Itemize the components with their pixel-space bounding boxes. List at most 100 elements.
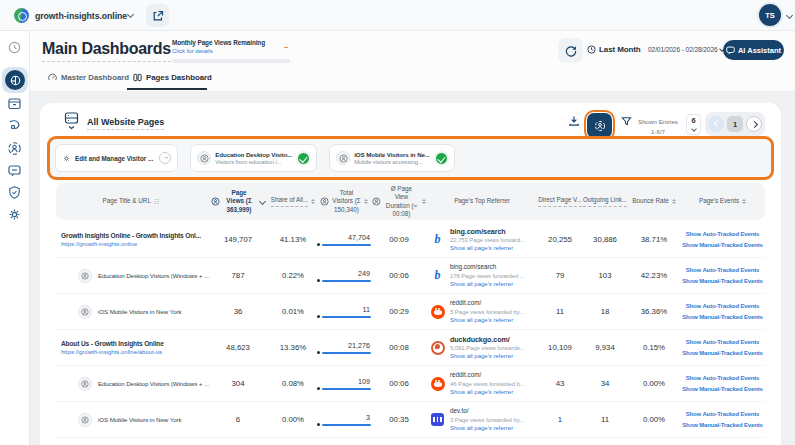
col-referrer[interactable]: Page's Top Referrer (426, 197, 538, 205)
page-views-value: 48,623 (206, 343, 270, 352)
next-page-button[interactable] (746, 116, 762, 132)
gauge-icon (48, 73, 57, 82)
direct-views-value: 43 (538, 379, 582, 388)
monthly-progress-bar (172, 59, 290, 63)
table-header: Page Title & URL⁝⁝ Page Views (Σ 363,999… (56, 183, 765, 220)
page-url-link[interactable]: https://growth-insights.online/about-us (61, 349, 206, 355)
reddit-icon (431, 305, 445, 319)
show-auto-tracked-events-link[interactable]: Show Auto-Tracked Events (680, 409, 765, 419)
col-outgoing[interactable]: Outgoing Link... (582, 196, 628, 206)
show-auto-tracked-events-link[interactable]: Show Auto-Tracked Events (680, 301, 765, 311)
page-title-text: Growth Insights Online - Growth Insights… (61, 232, 206, 239)
outgoing-links-value: 18 (582, 307, 628, 316)
ai-assistant-button[interactable]: AI Assistant (723, 40, 784, 60)
page-views-value: 6 (206, 415, 270, 424)
funnel-swoosh-icon[interactable] (7, 118, 23, 134)
tab-pages-dashboard[interactable]: Pages Dashboard (133, 73, 212, 82)
open-site-button[interactable] (146, 4, 169, 27)
shield-icon[interactable] (7, 185, 23, 201)
page-views-value: 304 (206, 379, 270, 388)
top-referrer-cell: duckduckgo.com/ 5,091 Page views forward… (426, 335, 538, 361)
show-manual-tracked-events-link[interactable]: Show Manual-Tracked Events (680, 240, 765, 250)
sidebar-item-dashboards[interactable] (2, 67, 28, 93)
referrer-domain: duckduckgo.com/ (450, 335, 525, 345)
col-bounce[interactable]: Bounce Rate (628, 197, 680, 205)
page-header: Main Dashboards Monthly Page Views Remai… (30, 31, 795, 91)
segment-icon[interactable] (7, 141, 23, 157)
date-range[interactable]: 02/01/2026 - 02/28/2026 (648, 46, 725, 53)
gear-icon[interactable] (7, 207, 23, 223)
duration-value: 00:29 (372, 307, 426, 316)
direct-views-value: 20,255 (538, 235, 582, 244)
duckduckgo-icon (431, 341, 445, 355)
segment-chip-education[interactable]: Education Desktop Visito... Visitors fro… (190, 144, 317, 172)
referrer-domain: reddit.com/ (450, 299, 524, 308)
show-all-referrers-link[interactable]: Show all page's referrer (450, 316, 524, 324)
show-all-referrers-link[interactable]: Show all page's referrer (450, 280, 525, 288)
col-page-views[interactable]: Page Views (Σ 363,999) (206, 189, 270, 214)
col-events[interactable]: Page's Events (680, 197, 765, 205)
edit-segments-chip[interactable]: Edit and Manage Visitor ... (55, 144, 178, 172)
show-auto-tracked-events-link[interactable]: Show Auto-Tracked Events (680, 265, 765, 275)
avatar-chevron-icon[interactable] (786, 12, 793, 19)
chat-icon[interactable] (7, 163, 23, 179)
referrer-note: 46 Page views forwarded b... (450, 380, 525, 388)
segment-strip: Edit and Manage Visitor ... Education De… (47, 136, 774, 180)
period-selector[interactable]: Last Month (587, 45, 641, 54)
total-visitors-bar: 21,276 (317, 341, 371, 355)
avatar[interactable]: TS (759, 4, 781, 26)
page-url-link[interactable]: https://growth-insights.online (61, 241, 206, 247)
bounce-rate-value: 0.00% (628, 379, 680, 388)
segment-icon (320, 197, 329, 206)
show-manual-tracked-events-link[interactable]: Show Manual-Tracked Events (680, 384, 765, 394)
page-title: Main Dashboards (42, 40, 171, 62)
segment-avatar-icon (197, 151, 211, 165)
show-all-referrers-link[interactable]: Show all page's referrer (450, 352, 525, 360)
share-value: 0.01% (270, 307, 316, 316)
col-duration[interactable]: Ø Page View Duration (≈ 00:08) (372, 185, 426, 218)
refresh-button[interactable] (558, 38, 583, 63)
col-title[interactable]: Page Title & URL⁝⁝ (56, 197, 206, 206)
show-manual-tracked-events-link[interactable]: Show Manual-Tracked Events (680, 348, 765, 358)
referrer-favicon (430, 412, 445, 427)
referrer-domain: bing.com/search (450, 227, 525, 237)
tab-master-dashboard[interactable]: Master Dashboard (48, 73, 129, 82)
referrer-note: 22,753 Page views forward... (450, 236, 525, 244)
segment-avatar-icon (78, 269, 92, 283)
show-manual-tracked-events-link[interactable]: Show Manual-Tracked Events (680, 312, 765, 322)
events-cell: Show Auto-Tracked Events Show Manual-Tra… (680, 301, 765, 321)
site-name[interactable]: growth-insights.online (35, 11, 127, 21)
chevron-down-icon[interactable] (127, 11, 134, 18)
col-share[interactable]: Share of All... (270, 196, 316, 206)
referrer-favicon (430, 340, 445, 355)
box-icon[interactable] (7, 96, 23, 112)
history-icon[interactable] (7, 40, 23, 56)
col-total-visitors[interactable]: Total Visitors (Σ 150,340) (316, 189, 372, 214)
segment-chip-ios[interactable]: iOS Mobile Visitors in Ne... Mobile visi… (329, 144, 454, 172)
click-for-details-link[interactable]: Click for details (172, 48, 322, 54)
prev-page-button[interactable] (708, 116, 724, 132)
show-auto-tracked-events-link[interactable]: Show Auto-Tracked Events (680, 337, 765, 347)
sidebar (0, 31, 30, 445)
segments-button[interactable] (587, 113, 612, 138)
page-views-value: 787 (206, 271, 270, 280)
show-all-referrers-link[interactable]: Show all page's referrer (450, 424, 524, 432)
show-auto-tracked-events-link[interactable]: Show Auto-Tracked Events (680, 229, 765, 239)
show-manual-tracked-events-link[interactable]: Show Manual-Tracked Events (680, 276, 765, 286)
page-size-select[interactable]: 6 (686, 114, 701, 135)
referrer-note: 3 Page views forwarded by... (450, 416, 524, 424)
outgoing-links-value: 9,934 (582, 343, 628, 352)
events-cell: Show Auto-Tracked Events Show Manual-Tra… (680, 373, 765, 393)
bounce-rate-value: 0.15% (628, 343, 680, 352)
total-visitors-bar: 109 (317, 377, 371, 391)
top-referrer-cell: b bing.com/search 22,753 Page views forw… (426, 227, 538, 253)
show-manual-tracked-events-link[interactable]: Show Manual-Tracked Events (680, 420, 765, 430)
segment-active-check-icon[interactable] (435, 152, 448, 165)
show-all-referrers-link[interactable]: Show all page's referrer (450, 244, 525, 252)
col-direct[interactable]: Direct Page V... (538, 196, 582, 206)
segment-active-check-icon[interactable] (297, 152, 310, 165)
monthly-page-views: Monthly Page Views Remaining Click for d… (172, 39, 322, 63)
show-all-referrers-link[interactable]: Show all page's referrer (450, 388, 525, 396)
show-auto-tracked-events-link[interactable]: Show Auto-Tracked Events (680, 373, 765, 383)
share-value: 13.36% (270, 343, 316, 352)
